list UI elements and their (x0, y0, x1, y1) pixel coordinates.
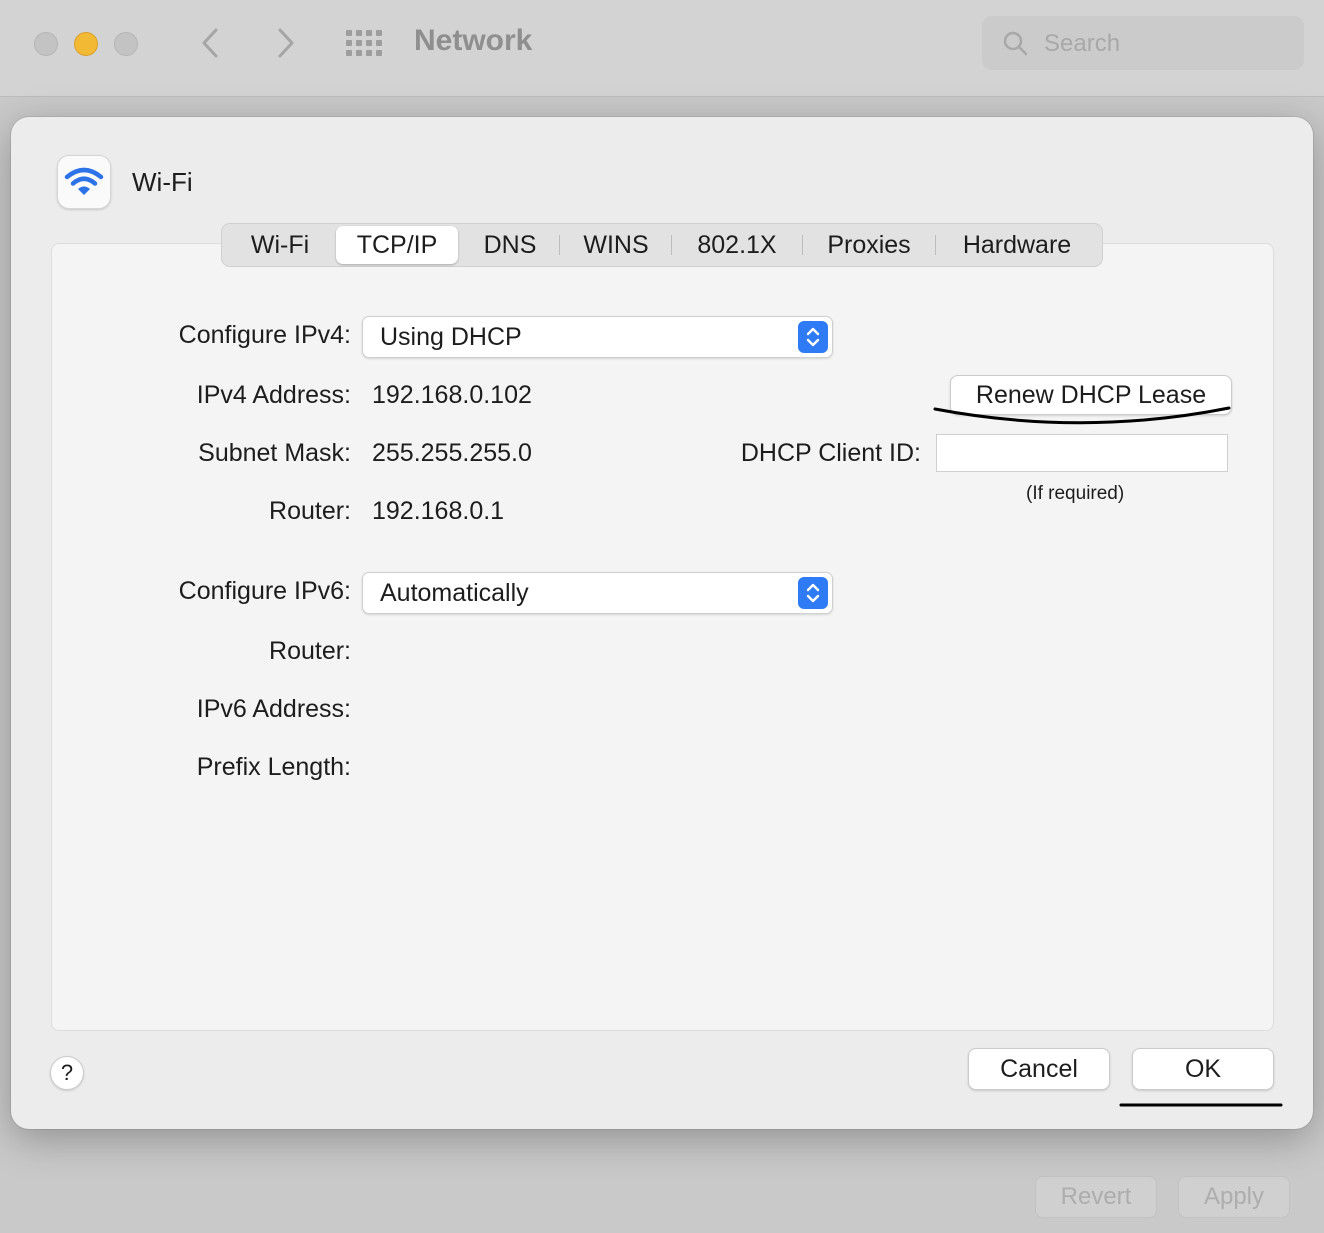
ipv4-router-value: 192.168.0.1 (372, 497, 505, 525)
minimize-window-button[interactable] (74, 32, 98, 56)
ipv4-address-label: IPv4 Address: (196, 381, 351, 409)
ipv6-router-label: Router: (269, 637, 351, 665)
configure-ipv4-label: Configure IPv4: (178, 321, 351, 349)
search-icon (1003, 31, 1028, 56)
cancel-button[interactable]: Cancel (968, 1048, 1110, 1090)
popup-chevron-icon (798, 577, 828, 609)
search-field[interactable]: Search (982, 16, 1304, 70)
tab-divider (559, 235, 560, 255)
tab-divider (671, 235, 672, 255)
configure-ipv6-label: Configure IPv6: (178, 577, 351, 605)
back-arrow-icon[interactable] (196, 26, 226, 60)
tab-hardware[interactable]: Hardware (938, 224, 1096, 266)
ipv4-router-label: Router: (269, 497, 351, 525)
tab-proxies[interactable]: Proxies (805, 224, 933, 266)
tab-content-panel (51, 243, 1274, 1031)
ipv6-address-label: IPv6 Address: (196, 695, 351, 723)
tab-8021x[interactable]: 802.1X (674, 224, 800, 266)
ipv4-address-value: 192.168.0.102 (372, 381, 532, 409)
tab-tcpip[interactable]: TCP/IP (336, 226, 458, 264)
wifi-service-tile (57, 155, 111, 209)
forward-arrow-icon[interactable] (270, 26, 300, 60)
dhcp-client-id-field[interactable] (936, 434, 1228, 472)
popup-chevron-icon (798, 321, 828, 353)
configure-ipv6-value: Automatically (380, 579, 529, 607)
wifi-icon (64, 167, 104, 195)
help-button[interactable]: ? (50, 1056, 84, 1090)
tab-wins[interactable]: WINS (562, 224, 670, 266)
tab-dns[interactable]: DNS (462, 224, 558, 266)
search-placeholder: Search (1044, 30, 1121, 57)
service-name: Wi-Fi (132, 167, 193, 197)
window-title: Network (414, 24, 533, 57)
annotation-underline (933, 406, 1231, 425)
tab-bar: Wi-Fi TCP/IP DNS WINS 802.1X Proxies Har… (221, 223, 1103, 267)
ok-button[interactable]: OK (1132, 1048, 1274, 1090)
tab-wifi[interactable]: Wi-Fi (228, 224, 332, 266)
show-all-grid-icon[interactable] (346, 30, 384, 56)
revert-button[interactable]: Revert (1035, 1176, 1157, 1218)
apply-button[interactable]: Apply (1178, 1176, 1290, 1218)
configure-ipv6-popup[interactable]: Automatically (362, 572, 833, 614)
subnet-mask-label: Subnet Mask: (198, 439, 351, 467)
tab-divider (935, 235, 936, 255)
tab-divider (802, 235, 803, 255)
configure-ipv4-value: Using DHCP (380, 323, 522, 351)
configure-ipv4-popup[interactable]: Using DHCP (362, 316, 833, 358)
zoom-window-button[interactable] (114, 32, 138, 56)
prefix-length-label: Prefix Length: (196, 753, 351, 781)
client-id-hint: (If required) (1026, 483, 1125, 504)
window-titlebar: Network Search (0, 0, 1324, 97)
annotation-underline (1119, 1103, 1283, 1107)
close-window-button[interactable] (34, 32, 58, 56)
tcpip-sheet: Wi-Fi Wi-Fi TCP/IP DNS WINS 802.1X Proxi… (11, 117, 1313, 1129)
dhcp-client-id-label: DHCP Client ID: (740, 439, 921, 467)
subnet-mask-value: 255.255.255.0 (372, 439, 532, 467)
